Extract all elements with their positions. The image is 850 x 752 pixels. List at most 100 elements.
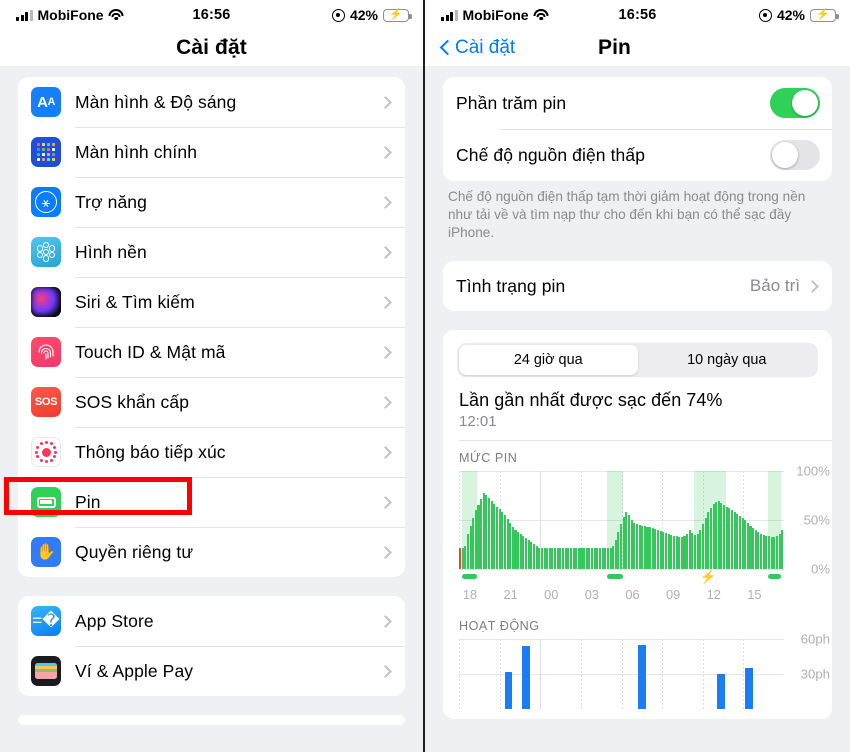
battery-percentage-toggle[interactable] bbox=[770, 88, 820, 118]
privacy-hand-icon: ✋ bbox=[31, 537, 61, 567]
sidebar-item-exposure-notifications[interactable]: Thông báo tiếp xúc bbox=[18, 427, 405, 477]
low-power-mode-toggle[interactable] bbox=[770, 140, 820, 170]
chart-bar bbox=[459, 547, 462, 570]
chart-bar bbox=[715, 501, 718, 570]
chart-bar bbox=[546, 547, 549, 570]
chart-bar bbox=[504, 671, 513, 710]
battery-bars bbox=[459, 471, 784, 570]
chevron-right-icon bbox=[379, 614, 392, 628]
chevron-right-icon bbox=[379, 195, 392, 209]
sidebar-item-wallpaper[interactable]: Hình nền bbox=[18, 227, 405, 277]
accessibility-icon: ⚹ bbox=[31, 187, 61, 217]
chart-bar bbox=[538, 547, 541, 570]
chart-bar bbox=[628, 515, 631, 570]
y-axis-tick-label: 100% bbox=[796, 463, 830, 479]
chart-bar bbox=[657, 530, 660, 570]
chart-bar bbox=[488, 497, 491, 570]
back-button[interactable]: Cài đặt bbox=[439, 37, 515, 59]
status-bar-left-group: MobiFone bbox=[16, 7, 124, 23]
back-button-label: Cài đặt bbox=[455, 37, 516, 58]
divider bbox=[459, 440, 832, 442]
time-range-segmented-control[interactable]: 24 giờ qua 10 ngày qua bbox=[457, 343, 818, 378]
chart-bar bbox=[649, 527, 652, 570]
battery-phone-panel: MobiFone 16:56 42% ⚡ Cài đặt Pin Phần tr… bbox=[425, 0, 850, 752]
segment-10-days[interactable]: 10 ngày qua bbox=[638, 345, 817, 375]
chart-bar bbox=[480, 498, 483, 570]
battery-charging-icon: ⚡ bbox=[810, 8, 839, 22]
touch-id-icon bbox=[31, 337, 61, 367]
location-services-icon bbox=[758, 8, 772, 22]
chart-bar bbox=[694, 534, 697, 570]
chart-bar bbox=[686, 533, 689, 570]
chart-bar bbox=[612, 545, 615, 570]
highlight-box-battery-row bbox=[4, 477, 192, 515]
battery-health-value: Bảo trì bbox=[749, 276, 800, 296]
chevron-right-icon bbox=[379, 95, 392, 109]
sidebar-item-home-screen[interactable]: Màn hình chính bbox=[18, 127, 405, 177]
chart-bar bbox=[775, 535, 778, 570]
chevron-right-icon bbox=[379, 545, 392, 559]
charging-marker bbox=[606, 574, 623, 580]
battery-usage-card: 24 giờ qua 10 ngày qua Lần gần nhất được… bbox=[443, 330, 832, 720]
chart-bar bbox=[606, 547, 609, 570]
chart-bar bbox=[532, 543, 535, 570]
x-axis-tick-label: 00 bbox=[544, 587, 559, 603]
chevron-left-icon bbox=[439, 39, 450, 57]
battery-level-chart: 100% 50% 0% bbox=[443, 464, 832, 577]
carrier-label: MobiFone bbox=[462, 7, 529, 23]
app-store-icon: =� bbox=[31, 606, 61, 636]
chart-bar bbox=[672, 535, 675, 570]
status-bar-right: MobiFone 16:56 42% ⚡ bbox=[425, 0, 850, 30]
row-label: Hình nền bbox=[75, 241, 147, 262]
chart-bar bbox=[738, 516, 741, 570]
segment-24-hours[interactable]: 24 giờ qua bbox=[459, 345, 638, 376]
row-label: Touch ID & Mật mã bbox=[75, 341, 226, 362]
row-label: Trợ năng bbox=[75, 191, 147, 212]
chart-bar bbox=[472, 518, 475, 570]
status-bar-left-group: MobiFone bbox=[441, 7, 549, 23]
chart-bar bbox=[635, 524, 638, 570]
y-axis-tick-label: 60ph bbox=[800, 631, 830, 647]
chart-bar bbox=[745, 668, 753, 710]
battery-level-plot-area: 100% 50% 0% bbox=[459, 464, 830, 577]
x-axis-tick-label: 09 bbox=[666, 587, 681, 603]
row-battery-percentage[interactable]: Phần trăm pin bbox=[443, 77, 832, 129]
chart-bar bbox=[620, 524, 623, 570]
battery-charging-icon: ⚡ bbox=[383, 8, 412, 22]
sidebar-item-accessibility[interactable]: ⚹ Trợ năng bbox=[18, 177, 405, 227]
y-axis-tick-label: 0% bbox=[810, 561, 830, 577]
page-title: Cài đặt bbox=[176, 36, 247, 59]
sidebar-item-wallet-apple-pay[interactable]: Ví & Apple Pay bbox=[18, 646, 405, 696]
row-low-power-mode[interactable]: Chế độ nguồn điện thấp bbox=[443, 129, 832, 181]
row-label: App Store bbox=[75, 610, 154, 631]
settings-list-scroll[interactable]: AA Màn hình & Độ sáng Màn hình chính ⚹ T… bbox=[0, 66, 423, 752]
row-battery-health[interactable]: Tình trạng pin Bảo trì bbox=[443, 261, 832, 311]
last-charge-title: Lần gần nhất được sạc đến 74% bbox=[459, 390, 723, 411]
chevron-right-icon bbox=[379, 345, 392, 359]
chart-bar bbox=[670, 534, 673, 570]
chart-bar bbox=[637, 645, 646, 710]
sidebar-item-privacy[interactable]: ✋ Quyền riêng tư bbox=[18, 527, 405, 577]
chart-bar bbox=[501, 512, 504, 570]
x-axis-tick-label: 18 bbox=[462, 587, 478, 603]
activity-section-label: HOẠT ĐỘNG bbox=[459, 619, 540, 634]
chevron-right-icon bbox=[379, 245, 392, 259]
sidebar-item-emergency-sos[interactable]: SOS SOS khẩn cấp bbox=[18, 377, 405, 427]
chart-bar bbox=[678, 536, 681, 570]
sidebar-item-siri-search[interactable]: Siri & Tìm kiếm bbox=[18, 277, 405, 327]
sidebar-item-app-store[interactable]: =� App Store bbox=[18, 596, 405, 646]
battery-chart-x-axis: 18 21 00 03 06 09 12 15 bbox=[459, 585, 784, 605]
gridline bbox=[459, 569, 784, 571]
row-label: Siri & Tìm kiếm bbox=[75, 291, 195, 312]
low-power-mode-description: Chế độ nguồn điện thấp tạm thời giảm hoạ… bbox=[448, 189, 806, 241]
row-label: Thông báo tiếp xúc bbox=[75, 441, 226, 462]
charging-bolt-icon: ⚡ bbox=[700, 569, 717, 585]
chart-bar bbox=[641, 526, 644, 570]
dual-phone-screenshot: MobiFone 16:56 42% ⚡ Cài đặt AA Màn hình… bbox=[0, 0, 850, 752]
x-axis-tick-label: 06 bbox=[625, 587, 640, 603]
exposure-notifications-icon bbox=[31, 437, 61, 467]
row-label: Màn hình & Độ sáng bbox=[75, 91, 237, 112]
sidebar-item-display-brightness[interactable]: AA Màn hình & Độ sáng bbox=[18, 77, 405, 127]
battery-settings-scroll[interactable]: Phần trăm pin Chế độ nguồn điện thấp Chế… bbox=[425, 66, 850, 752]
sidebar-item-touch-id[interactable]: Touch ID & Mật mã bbox=[18, 327, 405, 377]
